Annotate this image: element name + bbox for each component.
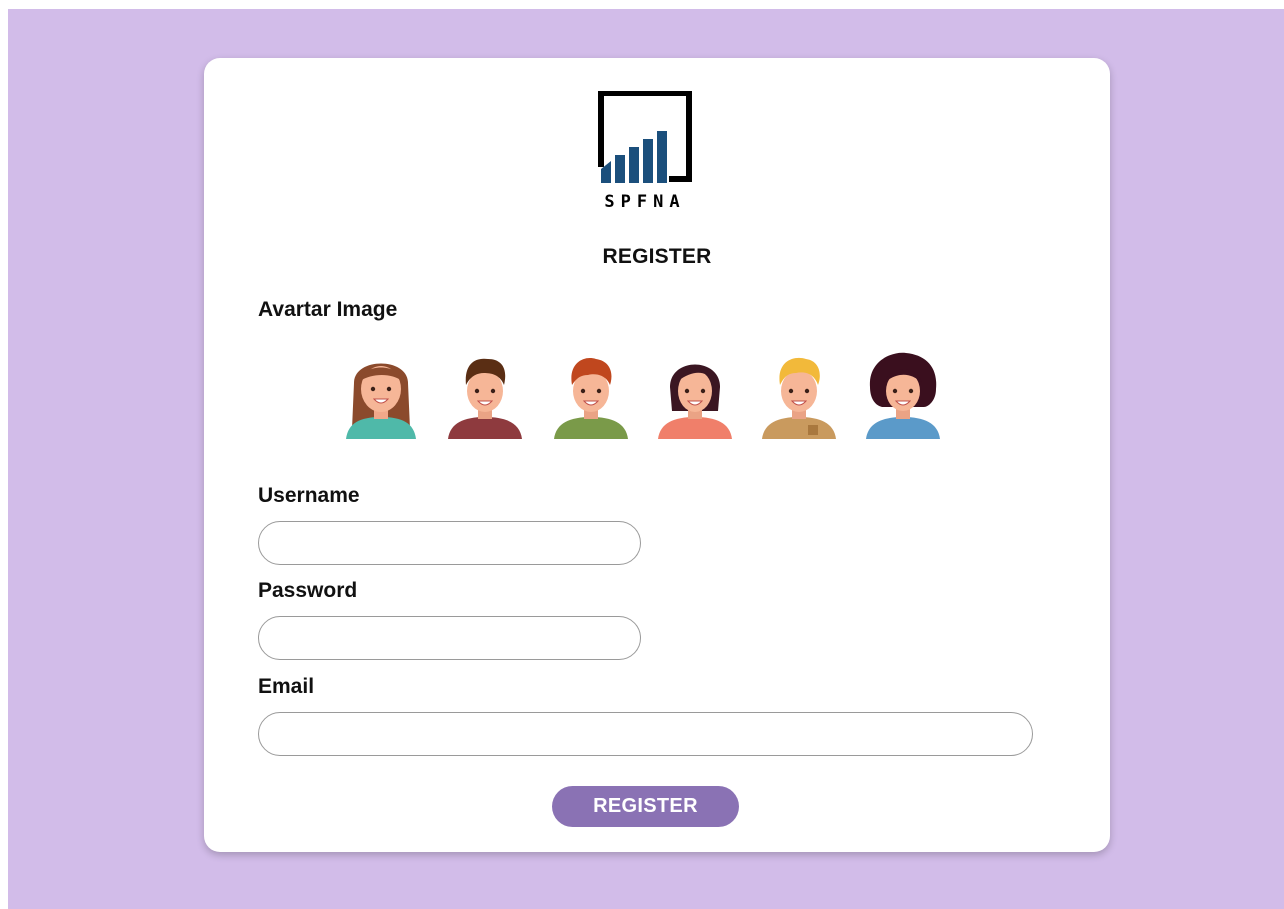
email-input[interactable] <box>258 712 1033 756</box>
logo-text: SPFNA <box>604 192 685 211</box>
spfna-logo: SPFNA <box>597 91 697 211</box>
avatar-option-1[interactable] <box>340 351 422 441</box>
boy-dark-brown-hair-icon <box>448 358 522 439</box>
avatar-option-5[interactable] <box>758 351 840 441</box>
email-label: Email <box>258 675 315 698</box>
girl-curly-dark-hair-icon <box>866 352 940 439</box>
avatar-option-2[interactable] <box>444 351 526 441</box>
avatar-option-3[interactable] <box>550 351 632 441</box>
password-label: Password <box>258 579 358 602</box>
username-input[interactable] <box>258 521 641 565</box>
avatar-picker <box>340 351 940 441</box>
form-heading: REGISTER <box>602 245 712 268</box>
girl-dark-bob-hair-icon <box>658 364 732 439</box>
girl-long-brown-hair-icon <box>346 363 416 439</box>
register-button[interactable]: REGISTER <box>552 786 739 827</box>
boy-blond-hair-icon <box>762 357 836 439</box>
boy-red-hair-icon <box>554 358 628 439</box>
avatar-option-6[interactable] <box>862 351 944 441</box>
username-label: Username <box>258 484 360 507</box>
avatar-option-4[interactable] <box>654 351 736 441</box>
register-card: SPFNA REGISTER Avartar Image Username Pa… <box>204 58 1110 852</box>
avatar-image-label: Avartar Image <box>258 298 398 321</box>
password-input[interactable] <box>258 616 641 660</box>
